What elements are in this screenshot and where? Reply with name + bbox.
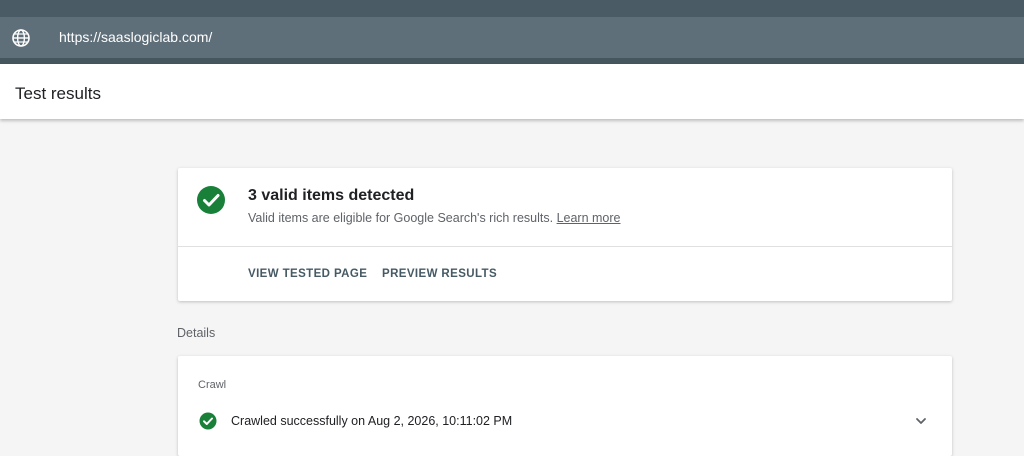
- check-circle-icon: [196, 185, 226, 215]
- crawl-status-text: Crawled successfully on Aug 2, 2026, 10:…: [231, 414, 513, 428]
- results-summary-card: 3 valid items detected Valid items are e…: [178, 168, 952, 301]
- details-card: Crawl Crawled successfully on Aug 2, 202…: [178, 356, 952, 456]
- view-tested-page-button[interactable]: VIEW TESTED PAGE: [248, 267, 367, 281]
- learn-more-link[interactable]: Learn more: [557, 211, 621, 225]
- valid-items-heading: 3 valid items detected: [248, 187, 415, 204]
- check-circle-icon: [199, 412, 217, 430]
- preview-results-button[interactable]: PREVIEW RESULTS: [382, 267, 497, 281]
- tested-url: https://saaslogiclab.com/: [59, 29, 213, 45]
- crawl-label: Crawl: [198, 379, 227, 391]
- valid-items-description: Valid items are eligible for Google Sear…: [248, 210, 621, 226]
- details-section-label: Details: [177, 326, 216, 340]
- page-header: Test results: [0, 64, 1024, 119]
- page-title: Test results: [15, 84, 101, 103]
- globe-icon: [11, 28, 31, 48]
- browser-top-strip: [0, 0, 1024, 17]
- url-bar: https://saaslogiclab.com/: [0, 17, 1024, 58]
- description-text: Valid items are eligible for Google Sear…: [248, 211, 554, 225]
- card-divider: [178, 246, 952, 247]
- chevron-down-icon[interactable]: [914, 414, 928, 428]
